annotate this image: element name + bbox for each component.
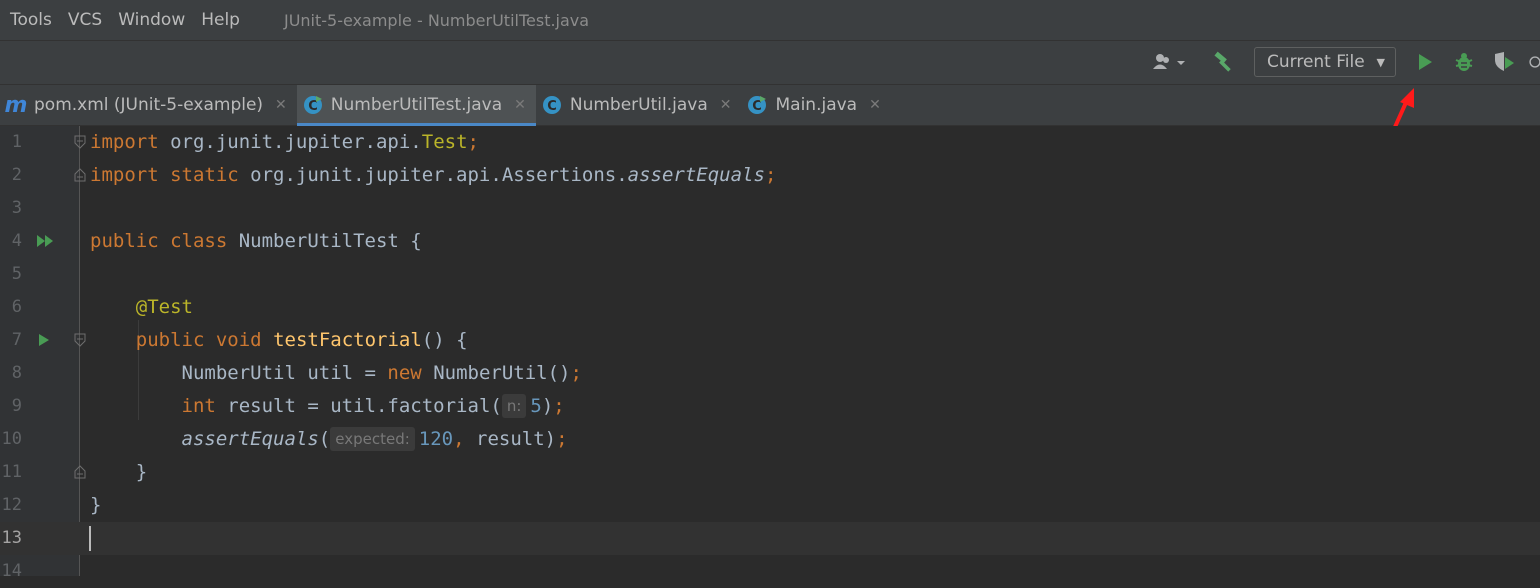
run-configuration-dropdown[interactable]: Current File ▼ [1254, 47, 1396, 77]
code-line: 1 import org.junit.jupiter.api.Test; [0, 126, 1540, 159]
code-line: 4 public class NumberUtilTest { [0, 225, 1540, 258]
maven-icon: m [4, 92, 28, 118]
tab-pom-xml[interactable]: m pom.xml (JUnit-5-example) ✕ [0, 85, 297, 125]
line-number: 6 [11, 297, 22, 317]
run-icon[interactable] [1412, 48, 1438, 76]
line-number: 4 [11, 231, 22, 251]
fold-icon[interactable] [74, 333, 86, 347]
menu-tools[interactable]: Tools [10, 10, 52, 30]
code-line: 11 } [0, 456, 1540, 489]
tab-main[interactable]: C Main.java ✕ [741, 85, 890, 125]
code-line: 2 import static org.junit.jupiter.api.As… [0, 159, 1540, 192]
run-all-tests-icon[interactable] [36, 233, 56, 249]
tab-number-util[interactable]: C NumberUtil.java ✕ [536, 85, 742, 125]
code-editor[interactable]: 1 import org.junit.jupiter.api.Test; 2 i… [0, 126, 1540, 581]
code-text: assertEquals(expected: 120, result); [181, 427, 568, 451]
tab-label: Main.java [775, 95, 858, 115]
code-line: 6 @Test [0, 291, 1540, 324]
code-line: 9 int result = util.factorial(n: 5); [0, 390, 1540, 423]
fold-icon[interactable] [74, 135, 86, 149]
line-number: 14 [1, 561, 22, 581]
line-number: 8 [11, 363, 22, 383]
menu-help[interactable]: Help [201, 10, 240, 30]
code-text: public class NumberUtilTest { [90, 230, 422, 252]
code-line: 7 public void testFactorial() { [0, 324, 1540, 357]
line-number: 2 [11, 165, 22, 185]
code-line: 10 assertEquals(expected: 120, result); [0, 423, 1540, 456]
code-text: NumberUtil util = new NumberUtil(); [181, 362, 582, 384]
menu-vcs[interactable]: VCS [68, 10, 102, 30]
debug-icon[interactable] [1451, 48, 1477, 76]
fold-end-icon[interactable] [74, 168, 86, 182]
chevron-down-icon: ▼ [1376, 55, 1385, 69]
code-text: import static org.junit.jupiter.api.Asse… [90, 164, 777, 186]
window-title: JUnit-5-example - NumberUtilTest.java [283, 10, 590, 30]
parameter-hint: n: [501, 394, 527, 418]
close-icon[interactable]: ✕ [275, 97, 287, 113]
line-number: 9 [11, 396, 22, 416]
code-text: } [135, 461, 148, 483]
code-line: 12 } [0, 489, 1540, 522]
run-configuration-label: Current File [1267, 52, 1365, 72]
tab-label: pom.xml (JUnit-5-example) [34, 95, 264, 115]
close-icon[interactable]: ✕ [869, 97, 881, 113]
run-test-icon[interactable] [36, 332, 52, 348]
coverage-icon[interactable] [1490, 48, 1518, 76]
line-number: 11 [1, 462, 22, 482]
code-text: @Test [135, 296, 193, 318]
java-class-main-icon: C [747, 95, 767, 115]
editor-tab-bar: m pom.xml (JUnit-5-example) ✕ C NumberUt… [0, 85, 1540, 126]
code-line: 5 [0, 258, 1540, 291]
close-icon[interactable]: ✕ [720, 97, 732, 113]
java-class-test-icon: C [303, 95, 323, 115]
code-text: int result = util.factorial(n: 5); [181, 394, 565, 418]
build-hammer-icon[interactable] [1210, 48, 1238, 76]
code-text: public void testFactorial() { [135, 329, 468, 351]
code-line: 8 NumberUtil util = new NumberUtil(); [0, 357, 1540, 390]
line-number: 5 [11, 264, 22, 284]
menu-window[interactable]: Window [118, 10, 185, 30]
code-line: 14 [0, 555, 1540, 588]
line-number: 7 [11, 330, 22, 350]
line-number: 13 [1, 528, 22, 548]
java-class-icon: C [542, 95, 562, 115]
code-line-current: 13 [0, 522, 1540, 555]
parameter-hint: expected: [330, 427, 415, 451]
code-line: 3 [0, 192, 1540, 225]
tab-label: NumberUtilTest.java [330, 95, 503, 115]
line-number: 3 [11, 198, 22, 218]
tab-number-util-test[interactable]: C NumberUtilTest.java ✕ [296, 85, 536, 126]
code-text: import org.junit.jupiter.api.Test; [90, 131, 479, 153]
line-number: 1 [11, 132, 22, 152]
code-text: } [90, 494, 102, 516]
fold-end-icon[interactable] [74, 465, 86, 479]
profile-icon[interactable] [1528, 48, 1540, 76]
close-icon[interactable]: ✕ [514, 97, 526, 113]
main-toolbar: Current File ▼ [0, 41, 1540, 85]
user-icon[interactable] [1148, 48, 1190, 76]
svg-text:C: C [547, 99, 557, 114]
line-number: 10 [1, 429, 22, 449]
tab-label: NumberUtil.java [569, 95, 708, 115]
line-number: 12 [1, 495, 22, 515]
text-cursor [89, 526, 91, 551]
menu-bar: Tools VCS Window Help JUnit-5-example - … [0, 0, 1540, 41]
